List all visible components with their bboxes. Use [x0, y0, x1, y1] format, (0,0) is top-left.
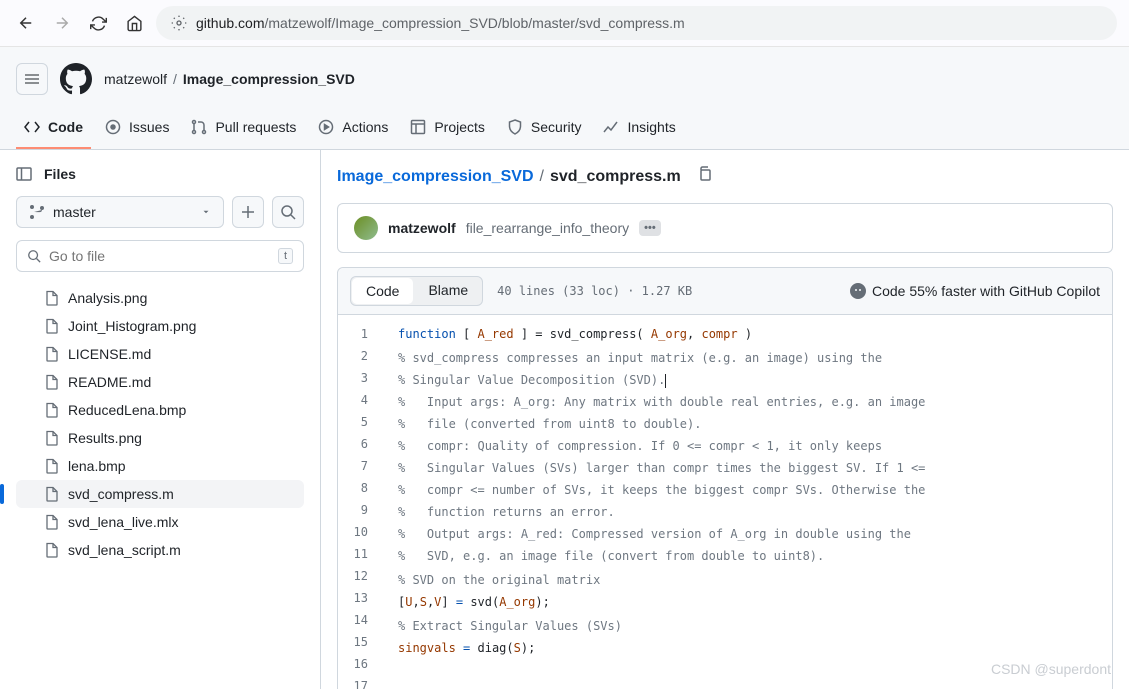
search-icon — [27, 249, 41, 263]
file-tree-sidebar: Files master t Analysis.pngJoint_Histogr… — [0, 150, 321, 689]
panel-icon — [16, 166, 32, 182]
code-line[interactable]: % Input args: A_org: Any matrix with dou… — [388, 391, 1112, 413]
line-number[interactable]: 1 — [338, 323, 388, 345]
nav-tab-actions[interactable]: Actions — [310, 111, 396, 149]
path-file: svd_compress.m — [550, 168, 681, 186]
code-box: Code Blame 40 lines (33 loc) · 1.27 KB C… — [337, 267, 1113, 689]
sidebar-title: Files — [44, 166, 76, 182]
file-stats: 40 lines (33 loc) · 1.27 KB — [497, 284, 692, 298]
file-item[interactable]: svd_lena_live.mlx — [16, 508, 304, 536]
line-number[interactable]: 17 — [338, 675, 388, 689]
site-settings-icon[interactable] — [170, 14, 188, 32]
file-item[interactable]: lena.bmp — [16, 452, 304, 480]
latest-commit[interactable]: matzewolf file_rearrange_info_theory ••• — [337, 203, 1113, 253]
code-line[interactable]: % SVD, e.g. an image file (convert from … — [388, 545, 1112, 567]
line-number[interactable]: 13 — [338, 587, 388, 609]
url-bar[interactable]: github.com/matzewolf/Image_compression_S… — [156, 6, 1117, 40]
tab-blame[interactable]: Blame — [414, 277, 482, 305]
code-line[interactable]: % Output args: A_red: Compressed version… — [388, 523, 1112, 545]
kbd-hint: t — [278, 248, 293, 264]
line-number[interactable]: 10 — [338, 521, 388, 543]
commit-ellipsis-button[interactable]: ••• — [639, 220, 661, 236]
line-number[interactable]: 5 — [338, 411, 388, 433]
line-number[interactable]: 2 — [338, 345, 388, 367]
nav-tab-issues[interactable]: Issues — [97, 111, 177, 149]
line-number[interactable]: 7 — [338, 455, 388, 477]
line-number[interactable]: 6 — [338, 433, 388, 455]
home-button[interactable] — [120, 9, 148, 37]
repo-header: matzewolf / Image_compression_SVD CodeIs… — [0, 47, 1129, 150]
copy-path-button[interactable] — [697, 166, 713, 187]
nav-tab-pull-requests[interactable]: Pull requests — [183, 111, 304, 149]
line-number[interactable]: 11 — [338, 543, 388, 565]
global-nav-button[interactable] — [16, 63, 48, 95]
line-numbers: 123456789101112131415161718 — [338, 315, 388, 689]
line-number[interactable]: 12 — [338, 565, 388, 587]
commit-message[interactable]: file_rearrange_info_theory — [466, 220, 629, 236]
back-button[interactable] — [12, 9, 40, 37]
commit-author[interactable]: matzewolf — [388, 220, 456, 236]
code-line[interactable]: [U,S,V] = svd(A_org); — [388, 591, 1112, 613]
code-line[interactable]: % svd_compress compresses an input matri… — [388, 347, 1112, 369]
avatar[interactable] — [354, 216, 378, 240]
file-item[interactable]: Results.png — [16, 424, 304, 452]
file-item[interactable]: LICENSE.md — [16, 340, 304, 368]
reload-button[interactable] — [84, 9, 112, 37]
code-line[interactable]: singvals = diag(S); — [388, 637, 1112, 659]
line-number[interactable]: 15 — [338, 631, 388, 653]
line-number[interactable]: 9 — [338, 499, 388, 521]
file-item[interactable]: Joint_Histogram.png — [16, 312, 304, 340]
code-line[interactable]: % file (converted from uint8 to double). — [388, 413, 1112, 435]
tab-code[interactable]: Code — [352, 278, 413, 304]
line-number[interactable]: 3 — [338, 367, 388, 389]
code-line[interactable]: % function returns an error. — [388, 501, 1112, 523]
code-line[interactable]: % compr <= number of SVs, it keeps the b… — [388, 479, 1112, 501]
file-content: Image_compression_SVD / svd_compress.m m… — [321, 150, 1129, 689]
nav-tab-security[interactable]: Security — [499, 111, 590, 149]
file-search-input[interactable] — [49, 248, 270, 264]
line-number[interactable]: 16 — [338, 653, 388, 675]
url-text: github.com/matzewolf/Image_compression_S… — [196, 15, 685, 31]
path-repo-link[interactable]: Image_compression_SVD — [337, 168, 534, 186]
code-line[interactable]: % SVD on the original matrix — [388, 569, 1112, 591]
search-button[interactable] — [272, 196, 304, 228]
branch-icon — [29, 204, 45, 220]
chevron-down-icon — [201, 207, 211, 217]
nav-tab-code[interactable]: Code — [16, 111, 91, 149]
code-blame-tabs: Code Blame — [350, 276, 483, 306]
code-line[interactable]: % compr: Quality of compression. If 0 <=… — [388, 435, 1112, 457]
breadcrumb: matzewolf / Image_compression_SVD — [104, 71, 355, 87]
owner-link[interactable]: matzewolf — [104, 71, 167, 87]
file-item[interactable]: Analysis.png — [16, 284, 304, 312]
line-number[interactable]: 14 — [338, 609, 388, 631]
file-item[interactable]: ReducedLena.bmp — [16, 396, 304, 424]
code-line[interactable]: % Singular Value Decomposition (SVD). — [388, 369, 1112, 391]
copilot-icon — [850, 283, 866, 299]
file-item[interactable]: svd_compress.m — [16, 480, 304, 508]
code-lines: function [ A_red ] = svd_compress( A_org… — [388, 315, 1112, 689]
file-item[interactable]: svd_lena_script.m — [16, 536, 304, 564]
branch-selector[interactable]: master — [16, 196, 224, 228]
nav-tab-insights[interactable]: Insights — [595, 111, 683, 149]
line-number[interactable]: 8 — [338, 477, 388, 499]
browser-toolbar: github.com/matzewolf/Image_compression_S… — [0, 0, 1129, 47]
code-line[interactable]: % Singular Values (SVs) larger than comp… — [388, 457, 1112, 479]
code-line[interactable]: function [ A_red ] = svd_compress( A_org… — [388, 323, 1112, 345]
watermark: CSDN @superdont — [991, 661, 1111, 677]
file-tree: Analysis.pngJoint_Histogram.pngLICENSE.m… — [16, 284, 304, 564]
copilot-promo[interactable]: Code 55% faster with GitHub Copilot — [850, 283, 1100, 299]
github-logo[interactable] — [60, 63, 92, 95]
file-search[interactable]: t — [16, 240, 304, 272]
forward-button[interactable] — [48, 9, 76, 37]
code-line[interactable]: % Extract Singular Values (SVs) — [388, 615, 1112, 637]
file-item[interactable]: README.md — [16, 368, 304, 396]
add-file-button[interactable] — [232, 196, 264, 228]
line-number[interactable]: 4 — [338, 389, 388, 411]
nav-tab-projects[interactable]: Projects — [402, 111, 493, 149]
breadcrumb-sep: / — [173, 71, 177, 87]
repo-nav-tabs: CodeIssuesPull requestsActionsProjectsSe… — [0, 111, 1129, 149]
repo-link[interactable]: Image_compression_SVD — [183, 71, 355, 87]
